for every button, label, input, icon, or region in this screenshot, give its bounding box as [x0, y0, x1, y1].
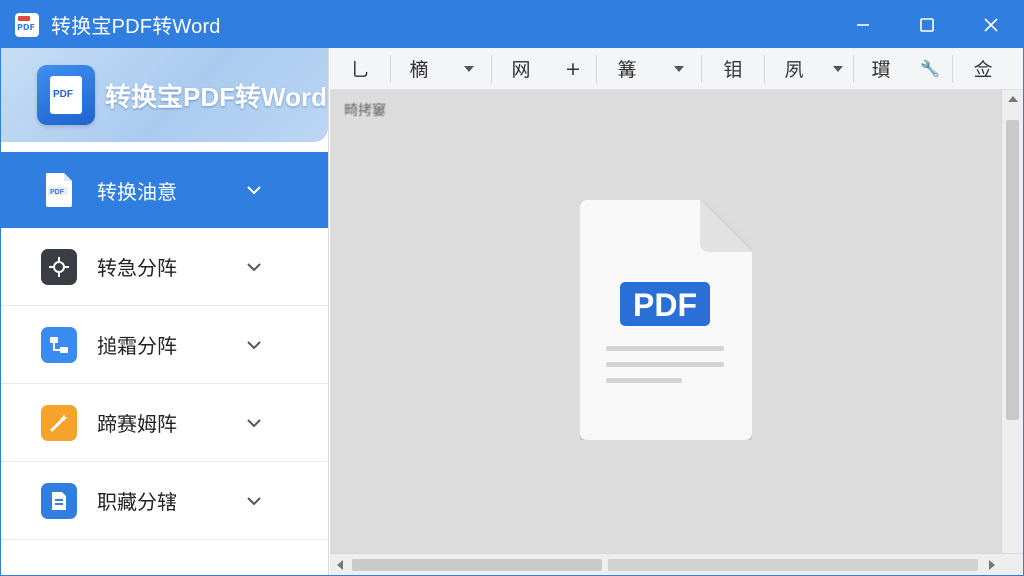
- toolbar: 乚 樀 网 + 篝 钼 夙 瑻 🔧 佥: [330, 48, 1023, 90]
- toolbar-button[interactable]: 乚: [330, 48, 390, 90]
- svg-text:PDF: PDF: [50, 189, 65, 196]
- sidebar-item-docs[interactable]: 职藏分辖: [1, 462, 328, 540]
- gear-split-icon: [41, 248, 77, 285]
- brand-header: PDF 转换宝PDF转Word: [1, 48, 328, 142]
- add-button[interactable]: +: [550, 48, 596, 90]
- scroll-left-icon[interactable]: [337, 560, 343, 570]
- toolbar-button[interactable]: 钼: [702, 48, 764, 90]
- toolbar-button[interactable]: 网: [492, 48, 550, 90]
- sidebar-item-magic[interactable]: 蹄赛姆阵: [1, 384, 328, 462]
- pdf-file-icon: PDF: [41, 172, 77, 208]
- horizontal-scroll-thumb[interactable]: [352, 559, 602, 571]
- scroll-right-icon[interactable]: [989, 560, 995, 570]
- toolbar-dropdown-button[interactable]: [823, 48, 853, 90]
- vertical-scroll-thumb[interactable]: [1006, 120, 1019, 420]
- chevron-down-icon: [245, 259, 263, 275]
- toolbar-button[interactable]: 樀: [391, 48, 447, 90]
- document-canvas[interactable]: 畸拷窶 PDF: [330, 90, 1023, 575]
- sidebar-item-flow[interactable]: 搥霜分阵: [1, 306, 328, 384]
- toolbar-button[interactable]: 瑻: [854, 48, 908, 90]
- brand-logo: PDF: [37, 65, 95, 125]
- close-button[interactable]: [959, 1, 1023, 48]
- toolbar-dropdown-button[interactable]: [447, 48, 491, 90]
- brand-name: 转换宝PDF转Word: [105, 81, 327, 112]
- sidebar-item-label: 蹄赛姆阵: [97, 412, 177, 436]
- sidebar-item-label: 转急分阵: [97, 256, 177, 280]
- close-icon: [984, 17, 998, 32]
- pdf-badge-text: PDF: [633, 287, 697, 323]
- sidebar-menu: PDF 转换油意 转急分阵 搥霜分阵 蹄赛姆阵 职藏分辖: [1, 152, 328, 540]
- title-bar: PDF 转换宝PDF转Word: [1, 1, 1023, 48]
- wrench-icon[interactable]: 🔧: [908, 48, 952, 90]
- sidebar-item-split[interactable]: 转急分阵: [1, 228, 328, 306]
- maximize-button[interactable]: [895, 1, 959, 48]
- maximize-icon: [920, 17, 934, 32]
- minimize-button[interactable]: [831, 1, 895, 48]
- vertical-scrollbar[interactable]: [1001, 90, 1023, 553]
- pdf-document-icon: PDF: [580, 200, 752, 440]
- horizontal-scrollbar[interactable]: [330, 553, 1023, 575]
- minimize-icon: [857, 23, 869, 26]
- window-title: 转换宝PDF转Word: [51, 16, 221, 38]
- toolbar-button[interactable]: 佥: [953, 48, 1013, 90]
- chevron-down-icon: [245, 337, 263, 353]
- caret-down-icon: [833, 65, 843, 72]
- canvas-label: 畸拷窶: [344, 103, 386, 119]
- toolbar-dropdown-button[interactable]: [657, 48, 701, 90]
- sidebar-item-label: 搥霜分阵: [97, 334, 177, 358]
- horizontal-scroll-track: [608, 559, 978, 571]
- toolbar-button[interactable]: 篝: [597, 48, 657, 90]
- caret-down-icon: [464, 65, 474, 72]
- sidebar-item-label: 转换油意: [97, 179, 177, 204]
- sidebar-item-label: 职藏分辖: [97, 490, 177, 514]
- caret-down-icon: [674, 65, 684, 72]
- chevron-down-icon: [245, 415, 263, 431]
- chevron-down-icon: [245, 182, 263, 198]
- document-list-icon: [41, 482, 77, 519]
- app-window: PDF 转换宝PDF转Word PDF 转换宝PDF转Word PDF 转换油意…: [0, 0, 1024, 576]
- sidebar-item-convert[interactable]: PDF 转换油意: [1, 152, 328, 228]
- scroll-up-icon[interactable]: [1008, 96, 1018, 102]
- chevron-down-icon: [245, 493, 263, 509]
- toolbar-button[interactable]: 夙: [765, 48, 823, 90]
- app-icon: PDF: [15, 12, 39, 37]
- flow-icon: [41, 326, 77, 363]
- magic-wand-icon: [41, 404, 77, 441]
- sidebar: PDF 转换宝PDF转Word PDF 转换油意 转急分阵 搥霜分阵 蹄赛姆阵 …: [1, 48, 329, 575]
